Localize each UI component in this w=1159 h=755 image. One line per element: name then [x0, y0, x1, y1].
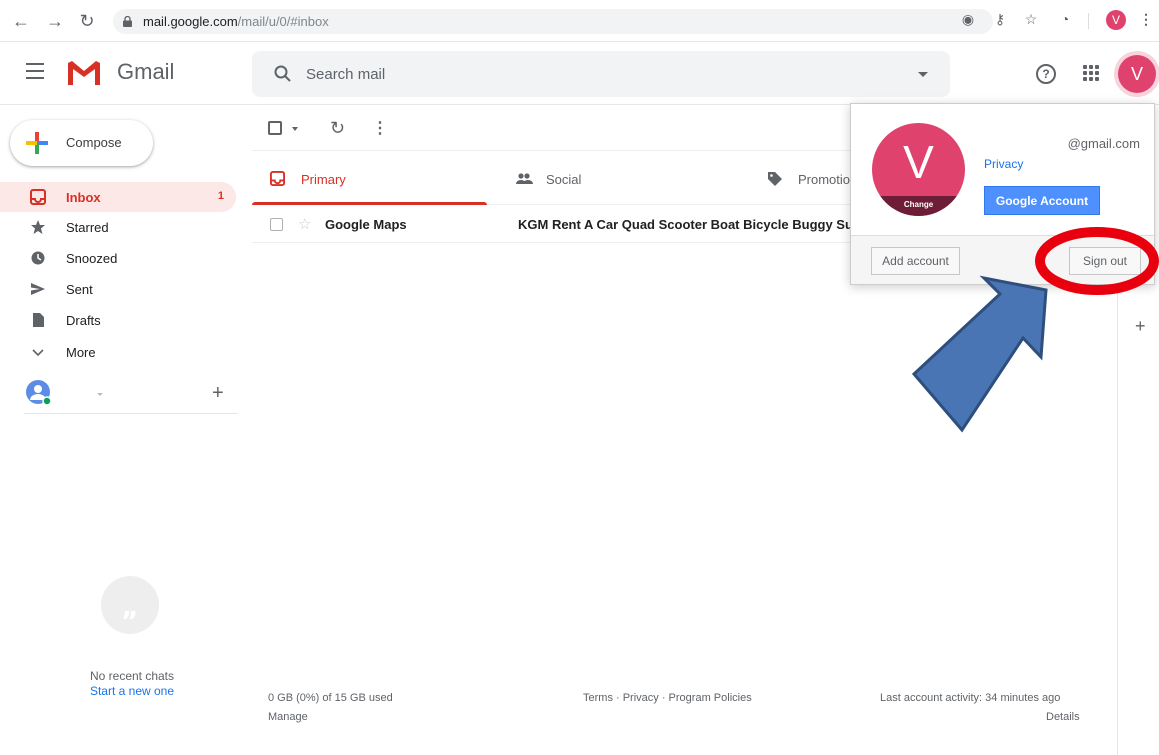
pointer-arrow: [911, 275, 1048, 433]
change-photo-label[interactable]: Change: [872, 196, 965, 216]
account-email: @gmail.com: [1067, 136, 1140, 151]
sidebar-item-inbox[interactable]: Inbox 1: [0, 182, 236, 212]
chevron-down-icon: [32, 349, 44, 357]
hangouts-status-caret-icon[interactable]: [97, 393, 103, 396]
refresh-icon[interactable]: ↻: [330, 118, 345, 139]
address-bar[interactable]: mail.google.com/mail/u/0/#inbox: [113, 9, 993, 34]
inbox-unread-count: 1: [217, 190, 224, 202]
tab-label: Promotio: [798, 172, 851, 187]
sidebar-item-snoozed[interactable]: Snoozed: [0, 243, 236, 273]
chat-bubble-icon: „: [101, 576, 159, 634]
browser-profile-avatar[interactable]: V: [1106, 10, 1126, 30]
select-options-caret-icon[interactable]: [292, 127, 298, 131]
main-menu-icon[interactable]: [26, 63, 44, 79]
sidebar-item-starred[interactable]: Starred: [0, 212, 236, 242]
compose-label: Compose: [66, 135, 122, 150]
email-checkbox[interactable]: [270, 218, 283, 231]
compose-plus-icon: [26, 132, 48, 154]
browser-menu-icon[interactable]: ⋮: [1136, 11, 1156, 28]
sidebar-item-label: Inbox: [66, 190, 101, 205]
sidebar-item-label: Starred: [66, 220, 109, 235]
sign-out-button[interactable]: Sign out: [1069, 247, 1141, 275]
policy-links[interactable]: Terms · Privacy · Program Policies: [583, 692, 752, 704]
tab-label: Social: [546, 172, 582, 187]
inbox-icon: [270, 171, 285, 186]
privacy-link[interactable]: Privacy: [984, 157, 1023, 171]
account-avatar[interactable]: V: [1118, 55, 1156, 93]
add-account-button[interactable]: Add account: [871, 247, 960, 275]
no-recent-chats-text: No recent chats: [89, 669, 175, 683]
hangouts-user-icon[interactable]: [25, 379, 51, 405]
activity-details-link[interactable]: Details: [1046, 711, 1080, 723]
active-tab-indicator: [252, 202, 487, 205]
key-icon[interactable]: ⚷: [990, 11, 1010, 28]
apps-grid-icon[interactable]: [1083, 65, 1099, 81]
select-all-checkbox[interactable]: [268, 121, 282, 135]
sidebar-item-drafts[interactable]: Drafts: [0, 305, 236, 335]
sidebar-item-label: Sent: [66, 282, 93, 297]
draft-icon: [33, 313, 44, 327]
mouse-extension-icon[interactable]: ◔: [1055, 11, 1075, 27]
clock-icon: [31, 251, 45, 265]
tag-icon: [768, 172, 782, 186]
manage-storage-link[interactable]: Manage: [268, 711, 308, 723]
forward-icon[interactable]: →: [44, 10, 66, 32]
url-path: /mail/u/0/#inbox: [237, 14, 329, 29]
toolbar-divider: [1088, 13, 1089, 29]
back-icon[interactable]: ←: [10, 10, 32, 32]
email-subject: KGM Rent A Car Quad Scooter Boat Bicycle…: [518, 217, 850, 232]
bookmark-star-icon[interactable]: ☆: [1021, 11, 1041, 28]
help-icon[interactable]: ?: [1036, 64, 1056, 84]
new-conversation-icon[interactable]: +: [212, 382, 224, 405]
star-icon: [31, 220, 45, 234]
tab-label: Primary: [301, 172, 346, 187]
get-addons-icon[interactable]: +: [1135, 316, 1146, 337]
google-account-button[interactable]: Google Account: [984, 186, 1100, 215]
last-activity: Last account activity: 34 minutes ago: [880, 692, 1061, 704]
storage-usage: 0 GB (0%) of 15 GB used: [268, 692, 393, 704]
sidebar-item-sent[interactable]: Sent: [0, 274, 236, 304]
inbox-icon: [30, 189, 46, 205]
search-options-icon[interactable]: [918, 72, 928, 77]
eye-icon[interactable]: ◉: [958, 11, 978, 28]
sidebar-item-label: Snoozed: [66, 251, 118, 266]
email-sender: Google Maps: [325, 217, 407, 232]
sidebar-item-label: More: [66, 345, 96, 360]
gmail-header: Gmail ? V: [0, 43, 1159, 105]
account-popup: V Change @gmail.com Privacy Google Accou…: [850, 103, 1155, 285]
search-icon[interactable]: [273, 64, 293, 84]
lock-icon: [123, 16, 132, 27]
svg-text:„: „: [121, 593, 138, 623]
people-icon: [516, 173, 533, 184]
popup-avatar[interactable]: V Change: [872, 123, 965, 216]
search-bar[interactable]: [252, 51, 950, 97]
gmail-wordmark[interactable]: Gmail: [117, 59, 174, 85]
start-new-chat-link[interactable]: Start a new one: [20, 684, 244, 698]
send-icon: [31, 283, 45, 295]
sidebar-item-more[interactable]: More: [0, 337, 236, 367]
popup-footer: Add account Sign out: [851, 235, 1154, 284]
browser-toolbar: ← → ↻ mail.google.com/mail/u/0/#inbox ◉ …: [0, 0, 1159, 42]
search-input[interactable]: [306, 51, 866, 97]
gmail-logo-icon[interactable]: [66, 59, 102, 87]
tab-social[interactable]: Social: [497, 151, 737, 205]
compose-button[interactable]: Compose: [10, 120, 153, 166]
sidebar-item-label: Drafts: [66, 313, 101, 328]
star-toggle-icon[interactable]: ☆: [298, 215, 311, 233]
tab-primary[interactable]: Primary: [252, 151, 487, 205]
sidebar-divider: [24, 413, 238, 414]
avatar-letter: V: [903, 136, 934, 188]
more-options-icon[interactable]: ⋮: [372, 118, 388, 138]
url-host: mail.google.com: [143, 14, 238, 29]
reload-icon[interactable]: ↻: [76, 10, 98, 32]
